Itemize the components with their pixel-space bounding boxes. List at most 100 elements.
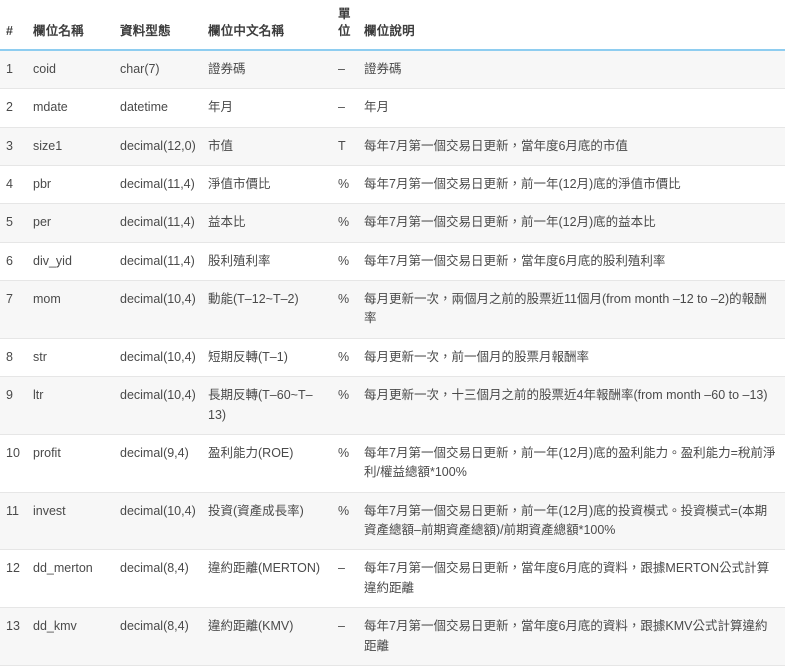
cell-data-type: decimal(11,4): [114, 242, 202, 282]
cell-description: 每年7月第一個交易日更新，前一年(12月)底的淨值市價比: [358, 165, 785, 205]
cell-index: 4: [0, 165, 27, 205]
cell-chinese-name: 動能(T–12~T–2): [202, 280, 332, 339]
cell-unit: –: [332, 49, 358, 90]
cell-unit: T: [332, 127, 358, 166]
cell-description: 每年7月第一個交易日更新，當年度6月底的資料，跟據KMV公式計算違約距離: [358, 607, 785, 666]
column-header-data-type: 資料型態: [114, 0, 202, 51]
cell-unit: %: [332, 492, 358, 551]
cell-unit: –: [332, 88, 358, 128]
cell-field-name: size1: [27, 127, 114, 166]
cell-data-type: decimal(8,4): [114, 607, 202, 666]
cell-index: 3: [0, 127, 27, 166]
cell-index: 8: [0, 338, 27, 378]
cell-field-name: invest: [27, 492, 114, 551]
cell-data-type: decimal(8,4): [114, 549, 202, 609]
table-row: 7 mom decimal(10,4) 動能(T–12~T–2)% 每月更新一次，兩個月…: [0, 280, 785, 339]
field-definition-table: # 欄位名稱 資料型態 欄位中文名稱 單位 欄位說明 1 coid char(7) 證…: [0, 0, 785, 666]
cell-index: 5: [0, 203, 27, 243]
table-row: 12 dd_merton decimal(8,4) 違約距離(MERTON) – 每年7月…: [0, 549, 785, 609]
cell-description: 每年7月第一個交易日更新，前一年(12月)底的盈利能力。盈利能力=稅前淨利/權益…: [358, 434, 785, 493]
cell-index: 2: [0, 88, 27, 128]
cell-unit: –: [332, 549, 358, 609]
cell-data-type: datetime: [114, 88, 202, 128]
cell-data-type: decimal(12,0): [114, 127, 202, 166]
cell-data-type: decimal(10,4): [114, 376, 202, 435]
cell-chinese-name: 市值: [202, 127, 332, 166]
cell-data-type: decimal(11,4): [114, 165, 202, 205]
cell-unit: %: [332, 434, 358, 493]
cell-field-name: dd_merton: [27, 549, 114, 609]
cell-index: 12: [0, 549, 27, 609]
cell-index: 11: [0, 492, 27, 551]
cell-unit: %: [332, 242, 358, 282]
cell-chinese-name: 違約距離(MERTON): [202, 549, 332, 609]
cell-index: 9: [0, 376, 27, 435]
cell-field-name: div_yid: [27, 242, 114, 282]
cell-field-name: coid: [27, 49, 114, 90]
table-header-row: # 欄位名稱 資料型態 欄位中文名稱 單位 欄位說明: [0, 0, 785, 51]
cell-field-name: mdate: [27, 88, 114, 128]
cell-description: 每月更新一次，前一個月的股票月報酬率: [358, 338, 785, 378]
cell-unit: %: [332, 280, 358, 339]
cell-field-name: per: [27, 203, 114, 243]
cell-description: 每年7月第一個交易日更新，前一年(12月)底的投資模式。投資模式=(本期資產總額…: [358, 492, 785, 551]
cell-data-type: decimal(9,4): [114, 434, 202, 493]
cell-chinese-name: 股利殖利率: [202, 242, 332, 282]
cell-unit: –: [332, 607, 358, 666]
table-row: 2 mdate datetime 年月 – 年月: [0, 88, 785, 128]
cell-description: 每年7月第一個交易日更新，當年度6月底的資料，跟據MERTON公式計算違約距離: [358, 549, 785, 609]
column-header-field-name: 欄位名稱: [27, 0, 114, 51]
table-row: 4 pbr decimal(11,4) 淨值市價比% 每年7月第一個交易日更新，前一年(…: [0, 165, 785, 205]
cell-chinese-name: 證券碼: [202, 49, 332, 90]
cell-description: 每年7月第一個交易日更新，當年度6月底的股利殖利率: [358, 242, 785, 282]
table-row: 1 coid char(7) 證券碼 – 證券碼: [0, 49, 785, 90]
table-row: 9 ltr decimal(10,4) 長期反轉(T–60~T–13)% 每月更新一次，…: [0, 376, 785, 435]
cell-field-name: pbr: [27, 165, 114, 205]
cell-description: 證券碼: [358, 49, 785, 90]
cell-data-type: decimal(10,4): [114, 492, 202, 551]
cell-chinese-name: 投資(資產成長率): [202, 492, 332, 551]
cell-chinese-name: 益本比: [202, 203, 332, 243]
cell-field-name: mom: [27, 280, 114, 339]
cell-chinese-name: 短期反轉(T–1): [202, 338, 332, 378]
cell-description: 每年7月第一個交易日更新，前一年(12月)底的益本比: [358, 203, 785, 243]
column-header-index: #: [0, 0, 27, 51]
table-row: 11 invest decimal(10,4) 投資(資產成長率)% 每年7月第一個交易…: [0, 492, 785, 551]
cell-unit: %: [332, 165, 358, 205]
column-header-chinese-name: 欄位中文名稱: [202, 0, 332, 51]
table-row: 5 per decimal(11,4) 益本比% 每年7月第一個交易日更新，前一年(12…: [0, 203, 785, 243]
table-row: 8 str decimal(10,4) 短期反轉(T–1)% 每月更新一次，前一個月的股…: [0, 338, 785, 378]
cell-chinese-name: 盈利能力(ROE): [202, 434, 332, 493]
cell-index: 6: [0, 242, 27, 282]
field-definition-table-container: # 欄位名稱 資料型態 欄位中文名稱 單位 欄位說明 1 coid char(7) 證…: [0, 0, 785, 666]
cell-chinese-name: 長期反轉(T–60~T–13): [202, 376, 332, 435]
cell-data-type: char(7): [114, 49, 202, 90]
cell-description: 每月更新一次，十三個月之前的股票近4年報酬率(from month –60 to…: [358, 376, 785, 435]
cell-index: 13: [0, 607, 27, 666]
cell-description: 每月更新一次，兩個月之前的股票近11個月(from month –12 to –…: [358, 280, 785, 339]
cell-unit: %: [332, 338, 358, 378]
cell-description: 每年7月第一個交易日更新，當年度6月底的市值: [358, 127, 785, 166]
table-row: 3 size1 decimal(12,0) 市值 T 每年7月第一個交易日更新，當年度6月…: [0, 127, 785, 166]
cell-chinese-name: 年月: [202, 88, 332, 128]
cell-index: 7: [0, 280, 27, 339]
cell-unit: %: [332, 203, 358, 243]
cell-field-name: str: [27, 338, 114, 378]
cell-chinese-name: 違約距離(KMV): [202, 607, 332, 666]
table-header: # 欄位名稱 資料型態 欄位中文名稱 單位 欄位說明: [0, 0, 785, 51]
cell-field-name: ltr: [27, 376, 114, 435]
column-header-description: 欄位說明: [358, 0, 785, 51]
cell-unit: %: [332, 376, 358, 435]
table-row: 6 div_yid decimal(11,4) 股利殖利率% 每年7月第一個交易日更新，…: [0, 242, 785, 282]
cell-data-type: decimal(10,4): [114, 338, 202, 378]
cell-data-type: decimal(11,4): [114, 203, 202, 243]
table-row: 13 dd_kmv decimal(8,4) 違約距離(KMV) – 每年7月第一個交易日…: [0, 607, 785, 666]
table-row: 10 profit decimal(9,4) 盈利能力(ROE)% 每年7月第一個交易日…: [0, 434, 785, 493]
cell-data-type: decimal(10,4): [114, 280, 202, 339]
cell-description: 年月: [358, 88, 785, 128]
cell-index: 1: [0, 49, 27, 90]
cell-chinese-name: 淨值市價比: [202, 165, 332, 205]
cell-field-name: dd_kmv: [27, 607, 114, 666]
cell-field-name: profit: [27, 434, 114, 493]
table-body: 1 coid char(7) 證券碼 – 證券碼 2 mdate datetime 年月 – 年月 3 s…: [0, 49, 785, 666]
